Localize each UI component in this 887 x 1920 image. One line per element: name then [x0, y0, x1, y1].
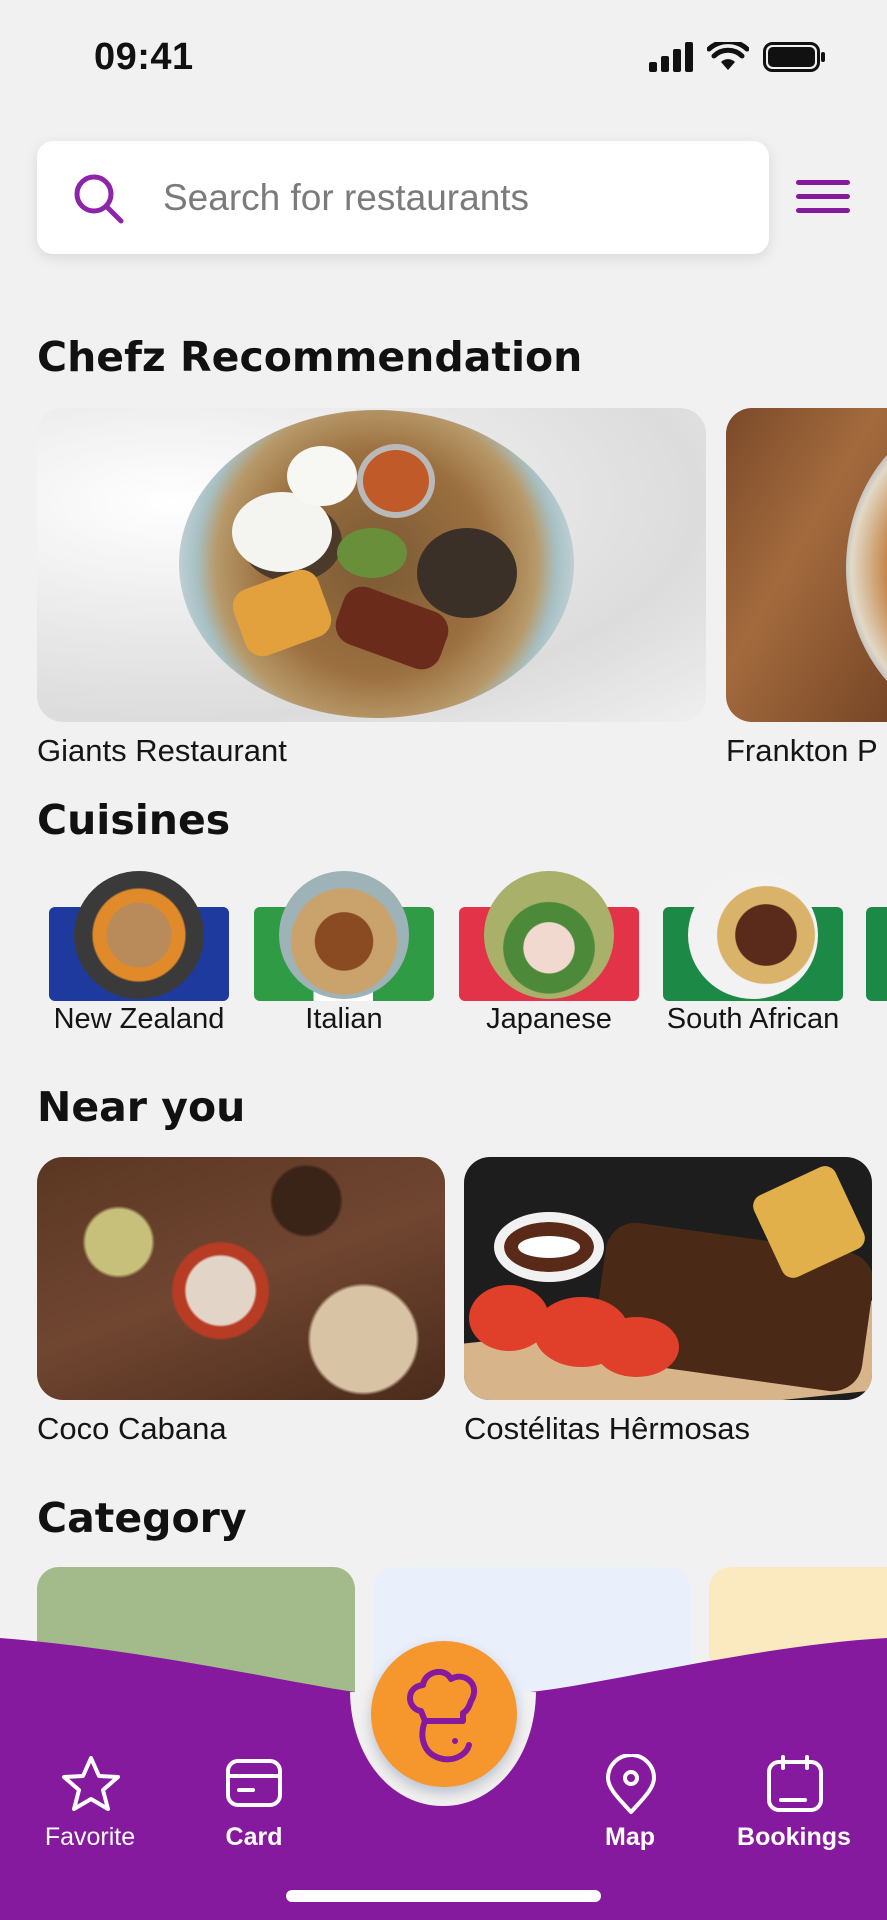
status-icons [649, 42, 825, 72]
map-pin-icon[interactable] [604, 1754, 658, 1816]
near-card-image[interactable] [37, 1157, 445, 1400]
search-input[interactable] [163, 165, 743, 231]
dish-image [74, 871, 204, 999]
section-title-category: Category [37, 1494, 247, 1542]
signal-icon [649, 42, 693, 72]
nav-label-map[interactable]: Map [555, 1823, 705, 1852]
near-restaurant-name[interactable]: Costélitas Hêrmosas [464, 1411, 750, 1447]
battery-icon [763, 42, 825, 72]
recommendation-name[interactable]: Frankton P [726, 733, 878, 769]
chef-home-button[interactable] [371, 1641, 517, 1787]
near-card-image[interactable] [464, 1157, 872, 1400]
dish-image [484, 871, 614, 999]
search-icon [74, 174, 124, 224]
nav-label-card[interactable]: Card [179, 1823, 329, 1852]
card-icon[interactable] [225, 1758, 283, 1808]
recommendation-name[interactable]: Giants Restaurant [37, 733, 287, 769]
food-image [846, 408, 887, 722]
chef-icon [407, 1668, 478, 1763]
section-title-cuisines: Cuisines [37, 796, 231, 844]
dish-image [688, 871, 818, 999]
star-icon[interactable] [60, 1754, 122, 1814]
recommendation-card-image[interactable] [37, 408, 706, 722]
recommendation-card-image[interactable] [726, 408, 887, 722]
flag-image [866, 907, 887, 1001]
search-bar[interactable] [37, 141, 769, 254]
cuisine-item-italian[interactable] [254, 857, 434, 1002]
cuisine-item-south-african[interactable] [663, 857, 843, 1002]
cuisine-label: South African [666, 1003, 840, 1035]
wifi-icon [707, 42, 749, 70]
status-time: 09:41 [94, 36, 194, 78]
nav-label-favorite[interactable]: Favorite [15, 1823, 165, 1852]
cuisine-item-new-zealand[interactable] [49, 857, 229, 1002]
status-bar: 09:41 [0, 0, 887, 110]
section-title-near-you: Near you [37, 1083, 246, 1131]
menu-icon[interactable] [796, 176, 850, 218]
home-indicator [286, 1890, 601, 1902]
cuisine-item-japanese[interactable] [459, 857, 639, 1002]
cuisine-label: Japanese [486, 1003, 612, 1035]
cuisine-label: New Zealand [53, 1003, 225, 1035]
section-title-recommendation: Chefz Recommendation [37, 333, 583, 381]
cuisine-item[interactable] [866, 857, 887, 1002]
dish-image [279, 871, 409, 999]
near-restaurant-name[interactable]: Coco Cabana [37, 1411, 227, 1447]
cuisine-label: Italian [305, 1003, 383, 1035]
nav-label-bookings[interactable]: Bookings [719, 1823, 869, 1852]
calendar-icon[interactable] [765, 1754, 825, 1814]
